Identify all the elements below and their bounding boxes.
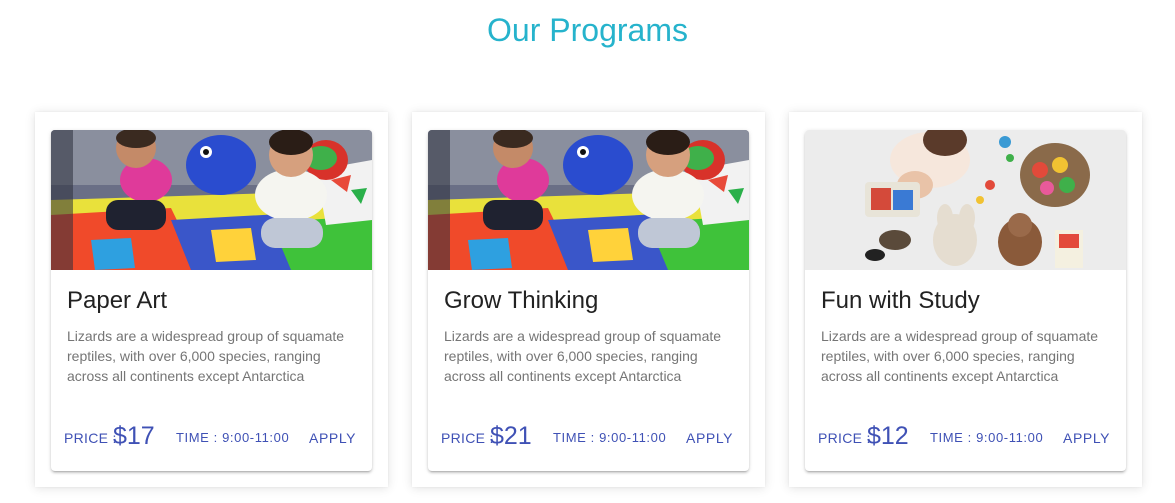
children-playing-photo: [428, 130, 749, 270]
price-label: PRICE :: [818, 430, 871, 446]
program-card: Fun with Study Lizards are a widespread …: [805, 130, 1126, 471]
apply-button[interactable]: APPLY: [676, 422, 743, 454]
program-image: [51, 130, 372, 270]
price-value: $17: [113, 422, 155, 450]
price-label: PRICE :: [441, 430, 494, 446]
time-label: TIME : 9:00-11:00: [553, 430, 667, 445]
time-label: TIME : 9:00-11:00: [176, 430, 290, 445]
program-cards: Paper Art Lizards are a widespread group…: [0, 0, 1175, 503]
program-card: Paper Art Lizards are a widespread group…: [51, 130, 372, 471]
apply-button[interactable]: APPLY: [1053, 422, 1120, 454]
program-title: Fun with Study: [821, 287, 980, 314]
program-card: Grow Thinking Lizards are a widespread g…: [428, 130, 749, 471]
card-actions: PRICE : $17 TIME : 9:00-11:00 APPLY: [51, 416, 372, 456]
children-playing-photo: [51, 130, 372, 270]
program-description: Lizards are a widespread group of squama…: [444, 328, 722, 384]
program-card-wrapper: Paper Art Lizards are a widespread group…: [35, 112, 388, 487]
price-value: $12: [867, 422, 909, 450]
apply-button[interactable]: APPLY: [299, 422, 366, 454]
program-description: Lizards are a widespread group of squama…: [67, 328, 345, 384]
time-label: TIME : 9:00-11:00: [930, 430, 1044, 445]
program-description: Lizards are a widespread group of squama…: [821, 328, 1099, 384]
price-value: $21: [490, 422, 532, 450]
card-actions: PRICE : $12 TIME : 9:00-11:00 APPLY: [805, 416, 1126, 456]
program-title: Paper Art: [67, 287, 168, 314]
program-image: [428, 130, 749, 270]
program-title: Grow Thinking: [444, 287, 599, 314]
program-image: [805, 130, 1126, 270]
program-card-wrapper: Grow Thinking Lizards are a widespread g…: [412, 112, 765, 487]
card-actions: PRICE : $21 TIME : 9:00-11:00 APPLY: [428, 416, 749, 456]
toddler-with-toys-photo: [805, 130, 1126, 270]
program-card-wrapper: Fun with Study Lizards are a widespread …: [789, 112, 1142, 487]
price-label: PRICE :: [64, 430, 117, 446]
